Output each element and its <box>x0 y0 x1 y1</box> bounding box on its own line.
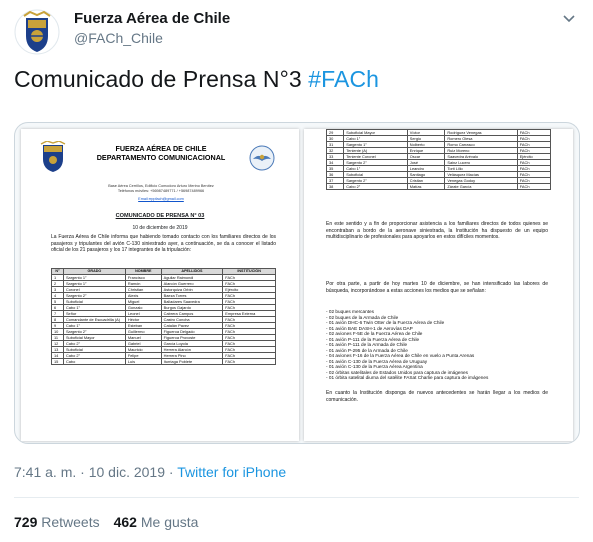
tweet-source-link[interactable]: Twitter for iPhone <box>177 464 286 480</box>
resources-list: - 02 buques mercantes - 02 buques de la A… <box>326 309 556 381</box>
table-row: 15 Cabo Luis Iturriaga Poblete FACh <box>51 358 276 365</box>
author-block[interactable]: Fuerza Aérea de Chile @FACh_Chile <box>74 10 230 46</box>
tweet-body: Comunicado de Prensa N°3 <box>14 66 309 92</box>
retweets-label: Retweets <box>41 514 100 530</box>
table-cell: Cabo <box>62 358 126 365</box>
meta-separator: · <box>165 464 178 480</box>
tweet-time[interactable]: 7:41 a. m. <box>14 464 76 480</box>
table-cell: FACh <box>516 183 552 190</box>
assistance-paragraph: En este sentido y a fin de proporcionar … <box>326 221 548 241</box>
divider <box>14 497 579 498</box>
roster-table-right: 29 Suboficial Mayor Víctor Rodríguez Venega… <box>325 129 552 190</box>
table-cell: Cabo 2° <box>343 183 408 190</box>
table-cell: Luis <box>124 358 162 365</box>
wings-emblem-icon <box>249 145 275 171</box>
table-cell: Comandante de Escuadrilla (A) <box>62 316 126 323</box>
chevron-down-icon[interactable] <box>561 10 577 26</box>
press-release-title: COMUNICADO DE PRENSA N° 03 <box>115 213 205 219</box>
display-name[interactable]: Fuerza Aérea de Chile <box>74 10 230 27</box>
document-heading: FUERZA AÉREA DE CHILE DEPARTAMENTO COMUN… <box>91 144 231 162</box>
likes-stat[interactable]: 462 Me gusta <box>114 514 199 530</box>
tweet-text: Comunicado de Prensa N°3 #FACh <box>14 66 379 93</box>
tweet-date[interactable]: 10 dic. 2019 <box>89 464 165 480</box>
table-cell: Iturriaga Poblete <box>160 358 224 365</box>
press-release-date: 10 de diciembre de 2019 <box>132 225 188 231</box>
retweets-count: 729 <box>14 514 38 530</box>
handle[interactable]: @FACh_Chile <box>74 30 230 46</box>
closing-paragraph: En cuanto la Institución disponga de nue… <box>326 390 548 403</box>
hashtag-link[interactable]: #FACh <box>308 66 379 92</box>
table-cell: 15 <box>51 358 64 365</box>
table-cell: 38 <box>325 183 345 190</box>
meta-separator: · <box>76 464 89 480</box>
fach-crest-icon <box>40 141 66 172</box>
tweet-header: Fuerza Aérea de Chile @FACh_Chile <box>14 8 579 56</box>
document-page-right[interactable]: 29 Suboficial Mayor Víctor Rodríguez Venega… <box>304 129 573 441</box>
tweet-metadata: 7:41 a. m. · 10 dic. 2019 · Twitter for … <box>14 464 286 480</box>
tweet-stats: 729 Retweets 462 Me gusta <box>14 514 198 530</box>
fach-crest-icon[interactable] <box>14 8 60 56</box>
search-paragraph: Por otra parte, a partir de hoy martes 1… <box>326 281 548 294</box>
document-address: Base Aérea Cerrillos, Edificio Comodoro … <box>91 184 231 202</box>
roster-table-left: N° GRADO NOMBRE APELLIDOS INSTITUCIÓN 1S… <box>51 268 276 365</box>
likes-count: 462 <box>113 514 137 530</box>
retweets-stat[interactable]: 729 Retweets <box>14 514 100 530</box>
document-page-left[interactable]: FUERZA AÉREA DE CHILE DEPARTAMENTO COMUN… <box>21 129 299 441</box>
table-cell: FACh <box>222 358 276 365</box>
table-cell: Zárate García <box>444 183 518 190</box>
email-line: Email:rrppfach@gmail.com <box>138 197 184 201</box>
org-line-2: DEPARTAMENTO COMUNICACIONAL <box>96 153 226 162</box>
likes-label: Me gusta <box>140 514 199 530</box>
intro-paragraph: La Fuerza Aérea de Chile informa que hab… <box>51 234 276 254</box>
org-line-1: FUERZA AÉREA DE CHILE <box>115 144 207 153</box>
table-row: 38 Cabo 2° Matías Zárate García FACh <box>325 183 552 190</box>
table-cell: Matías <box>406 183 446 190</box>
phones-line: Teléfonos móviles: +56987489771 / +56987… <box>117 189 205 193</box>
tweet-media[interactable]: FUERZA AÉREA DE CHILE DEPARTAMENTO COMUN… <box>14 122 580 444</box>
list-item: - 01 órbita satelital diurna del satélit… <box>326 375 489 380</box>
